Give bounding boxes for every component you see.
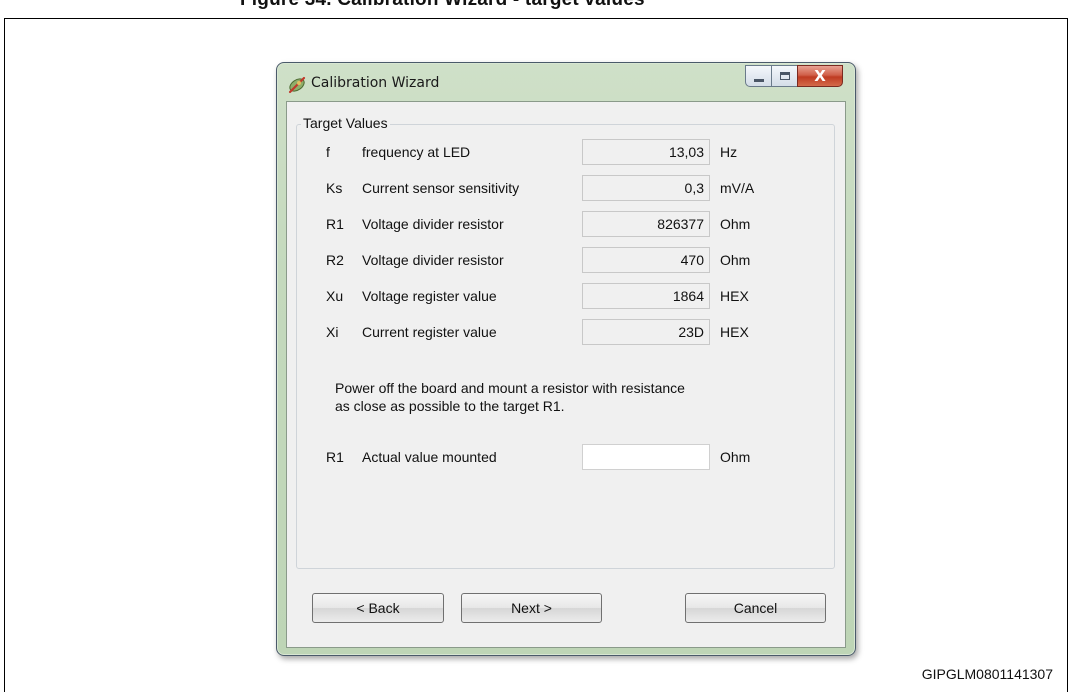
app-icon: [288, 76, 306, 94]
r2-field[interactable]: 470: [582, 247, 710, 273]
row-symbol: R1: [326, 216, 344, 232]
xi-field[interactable]: 23D: [582, 319, 710, 345]
maximize-icon: [779, 72, 790, 80]
row-unit: Ohm: [720, 252, 751, 268]
sensitivity-field[interactable]: 0,3: [582, 175, 710, 201]
row-symbol: f: [326, 144, 330, 160]
row-unit: mV/A: [720, 180, 755, 196]
title-bar[interactable]: Calibration Wizard X: [277, 63, 855, 101]
row-actual-value: R1 Actual value mounted Ohm: [287, 444, 817, 470]
row-voltage-register: Xu Voltage register value 1864 HEX: [287, 283, 817, 309]
calibration-wizard-window: Calibration Wizard X Target Values f fre…: [276, 62, 856, 656]
xu-field[interactable]: 1864: [582, 283, 710, 309]
row-symbol: Xi: [326, 324, 339, 340]
r1-field[interactable]: 826377: [582, 211, 710, 237]
back-button[interactable]: < Back: [312, 593, 444, 623]
group-title: Target Values: [301, 115, 390, 131]
row-label: Voltage divider resistor: [362, 252, 504, 268]
actual-value-input[interactable]: [582, 444, 710, 470]
row-unit: Ohm: [720, 216, 751, 232]
caption-buttons: X: [745, 65, 843, 89]
row-sensor-sensitivity: Ks Current sensor sensitivity 0,3 mV/A: [287, 175, 817, 201]
row-label: Voltage divider resistor: [362, 216, 504, 232]
close-icon: X: [814, 67, 826, 85]
row-symbol: R2: [326, 252, 344, 268]
row-unit: HEX: [720, 324, 749, 340]
row-unit: Hz: [720, 144, 738, 160]
dialog-client-area: Target Values f frequency at LED 13,03 H…: [286, 101, 846, 648]
cancel-button[interactable]: Cancel: [685, 593, 826, 623]
instruction-message: Power off the board and mount a resistor…: [335, 379, 685, 415]
row-label: Actual value mounted: [362, 449, 497, 465]
close-button[interactable]: X: [797, 65, 843, 87]
figure-title: Figure 34. Calibration Wizard - target v…: [240, 0, 645, 11]
figure-id: GIPGLM0801141307: [921, 666, 1053, 682]
minimize-icon: [753, 78, 764, 82]
row-current-register: Xi Current register value 23D HEX: [287, 319, 817, 345]
row-r1: R1 Voltage divider resistor 826377 Ohm: [287, 211, 817, 237]
row-unit: HEX: [720, 288, 749, 304]
row-unit: Ohm: [720, 449, 751, 465]
next-button[interactable]: Next >: [461, 593, 602, 623]
row-label: Current sensor sensitivity: [362, 180, 520, 196]
row-symbol: R1: [326, 449, 344, 465]
maximize-button[interactable]: [771, 65, 797, 87]
message-line-2: as close as possible to the target R1.: [335, 398, 565, 414]
row-frequency: f frequency at LED 13,03 Hz: [287, 139, 817, 165]
minimize-button[interactable]: [745, 65, 771, 87]
row-label: frequency at LED: [362, 144, 471, 160]
window-title: Calibration Wizard: [311, 75, 440, 91]
row-label: Current register value: [362, 324, 497, 340]
frequency-field[interactable]: 13,03: [582, 139, 710, 165]
message-line-1: Power off the board and mount a resistor…: [335, 380, 685, 396]
row-label: Voltage register value: [362, 288, 497, 304]
row-symbol: Ks: [326, 180, 343, 196]
row-r2: R2 Voltage divider resistor 470 Ohm: [287, 247, 817, 273]
row-symbol: Xu: [326, 288, 344, 304]
